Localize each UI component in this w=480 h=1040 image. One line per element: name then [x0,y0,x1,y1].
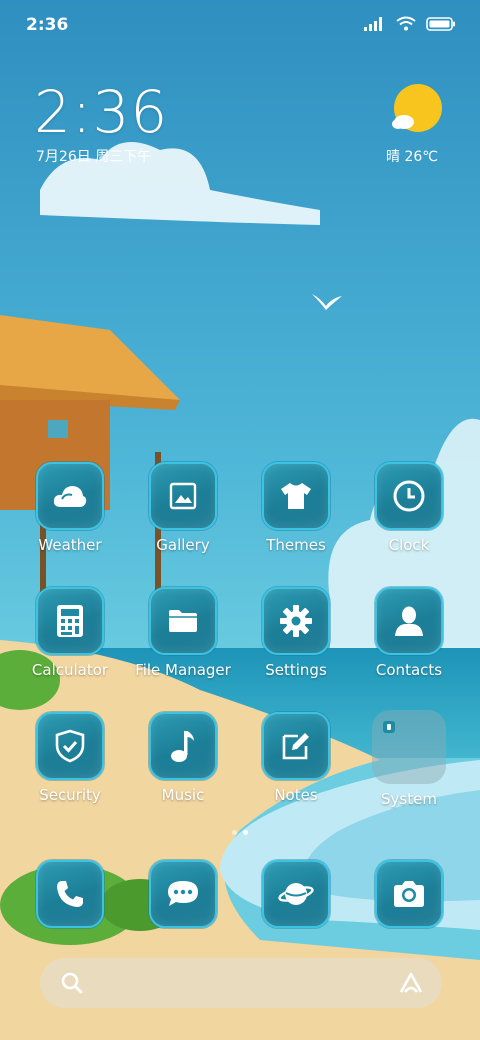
app-label: Settings [265,661,327,679]
weather-widget-text: 晴 26℃ [386,149,438,165]
assistant-icon[interactable] [398,971,424,995]
app-label: Calculator [31,661,109,679]
message-icon [149,860,217,928]
battery-icon [426,16,455,31]
search-icon[interactable] [60,971,84,995]
contact-icon [375,587,443,655]
app-security[interactable]: Security [20,712,120,804]
sunny-weather-icon[interactable] [390,84,442,136]
app-music[interactable]: Music [133,712,233,804]
app-clock[interactable]: Clock [359,462,459,554]
app-label: System [381,790,437,808]
app-label: Security [39,786,101,804]
shield-icon [36,712,104,780]
weather-icon [36,462,104,530]
notes-icon [262,712,330,780]
app-label: Contacts [375,661,443,679]
dock-messages[interactable] [133,860,233,928]
folder-icon [372,710,446,784]
folder-system[interactable]: System [359,710,459,808]
clock-widget-time[interactable]: 2:36 [34,78,168,146]
app-label: Music [161,786,205,804]
search-bar[interactable] [40,958,442,1008]
app-label: Notes [274,786,318,804]
calculator-icon [36,587,104,655]
app-label: File Manager [135,661,231,679]
themes-icon [262,462,330,530]
dock-browser[interactable] [246,860,346,928]
folder-icon [149,587,217,655]
app-label: Clock [388,536,430,554]
clock-widget-date: 7月26日 周三下午 [36,149,152,165]
app-notes[interactable]: Notes [246,712,346,804]
app-file-manager[interactable]: File Manager [133,587,233,679]
status-time: 2:36 [26,15,69,35]
gallery-icon [149,462,217,530]
dock-phone[interactable] [20,860,120,928]
wifi-icon [396,16,416,31]
dock-camera[interactable] [359,860,459,928]
app-label: Gallery [156,536,210,554]
clock-icon [375,462,443,530]
page-indicator [0,830,480,835]
app-weather[interactable]: Weather [20,462,120,554]
page-dot-active [243,830,248,835]
app-themes[interactable]: Themes [246,462,346,554]
app-label: Themes [266,536,326,554]
signal-icon [364,16,382,31]
app-contacts[interactable]: Contacts [359,587,459,679]
gear-icon [262,587,330,655]
app-gallery[interactable]: Gallery [133,462,233,554]
app-label: Weather [38,536,102,554]
app-settings[interactable]: Settings [246,587,346,679]
phone-icon [36,860,104,928]
status-bar: 2:36 [0,0,480,50]
browser-icon [262,860,330,928]
app-calculator[interactable]: Calculator [20,587,120,679]
music-note-icon [149,712,217,780]
camera-icon [375,860,443,928]
page-dot [232,830,237,835]
